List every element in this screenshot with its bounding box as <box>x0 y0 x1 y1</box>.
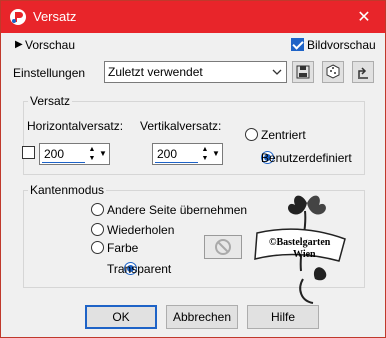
watermark-text: Wien <box>293 249 316 260</box>
spin-updown-icon[interactable]: ▲ ▼ <box>200 145 210 163</box>
app-logo-icon <box>10 9 26 25</box>
image-preview-label: Bildvorschau <box>307 38 376 52</box>
horizontal-offset-value: 200 <box>44 147 65 161</box>
randomize-button[interactable] <box>322 61 344 83</box>
dialog-window: Versatz ✕ ▶ Vorschau Bildvorschau Einste… <box>0 0 386 338</box>
settings-value: Zuletzt verwendet <box>108 65 203 79</box>
cancel-button-label: Abbrechen <box>172 310 232 324</box>
save-preset-button[interactable] <box>292 61 314 83</box>
offset-group-title: Versatz <box>28 94 73 108</box>
radio-transparent-label: Transparent <box>107 262 172 276</box>
save-icon <box>296 65 310 79</box>
radio-centered-label: Zentriert <box>261 128 306 142</box>
radio-wrap-label: Andere Seite übernehmen <box>107 203 248 217</box>
close-icon[interactable]: ✕ <box>343 1 385 33</box>
radio-repeat-label: Wiederholen <box>107 223 175 237</box>
reset-button[interactable] <box>352 61 374 83</box>
settings-select[interactable]: Zuletzt verwendet <box>104 61 287 83</box>
vertical-offset-label: Vertikalversatz: <box>140 119 222 133</box>
radio-wrap[interactable] <box>91 203 104 216</box>
ok-button-label: OK <box>112 310 130 324</box>
image-preview-checkbox[interactable] <box>291 38 304 51</box>
dropdown-arrow-icon[interactable]: ▼ <box>211 145 221 163</box>
window-title: Versatz <box>33 9 77 24</box>
dice-icon <box>326 64 340 79</box>
dropdown-arrow-icon[interactable]: ▼ <box>98 145 108 163</box>
edge-mode-group-title: Kantenmodus <box>28 183 107 197</box>
chevron-down-icon <box>272 69 282 75</box>
title-bar: Versatz ✕ <box>1 1 385 33</box>
radio-color[interactable] <box>91 241 104 254</box>
reset-icon <box>358 67 368 79</box>
watermark-text: ©Bastelgarten <box>269 237 331 248</box>
radio-centered[interactable] <box>245 128 258 141</box>
radio-user-defined-label: Benutzerdefiniert <box>261 151 352 165</box>
spin-updown-icon[interactable]: ▲ ▼ <box>87 145 97 163</box>
vertical-offset-value: 200 <box>157 147 178 161</box>
horizontal-offset-label: Horizontalversatz: <box>27 119 124 133</box>
focus-underline <box>42 162 85 163</box>
radio-repeat[interactable] <box>91 223 104 236</box>
settings-label: Einstellungen <box>13 66 86 80</box>
cancel-button[interactable]: Abbrechen <box>166 305 238 329</box>
focus-underline <box>155 162 198 163</box>
preview-toggle[interactable]: Vorschau <box>25 38 75 52</box>
help-button[interactable]: Hilfe <box>247 305 319 329</box>
expand-arrow-icon[interactable]: ▶ <box>15 39 23 50</box>
radio-color-label: Farbe <box>107 241 139 255</box>
vertical-offset-field[interactable]: 200 ▲ ▼ ▼ <box>152 143 223 165</box>
link-offsets-checkbox[interactable] <box>22 146 35 159</box>
horizontal-offset-field[interactable]: 200 ▲ ▼ ▼ <box>39 143 110 165</box>
help-button-label: Hilfe <box>270 310 295 324</box>
ok-button[interactable]: OK <box>85 305 157 329</box>
